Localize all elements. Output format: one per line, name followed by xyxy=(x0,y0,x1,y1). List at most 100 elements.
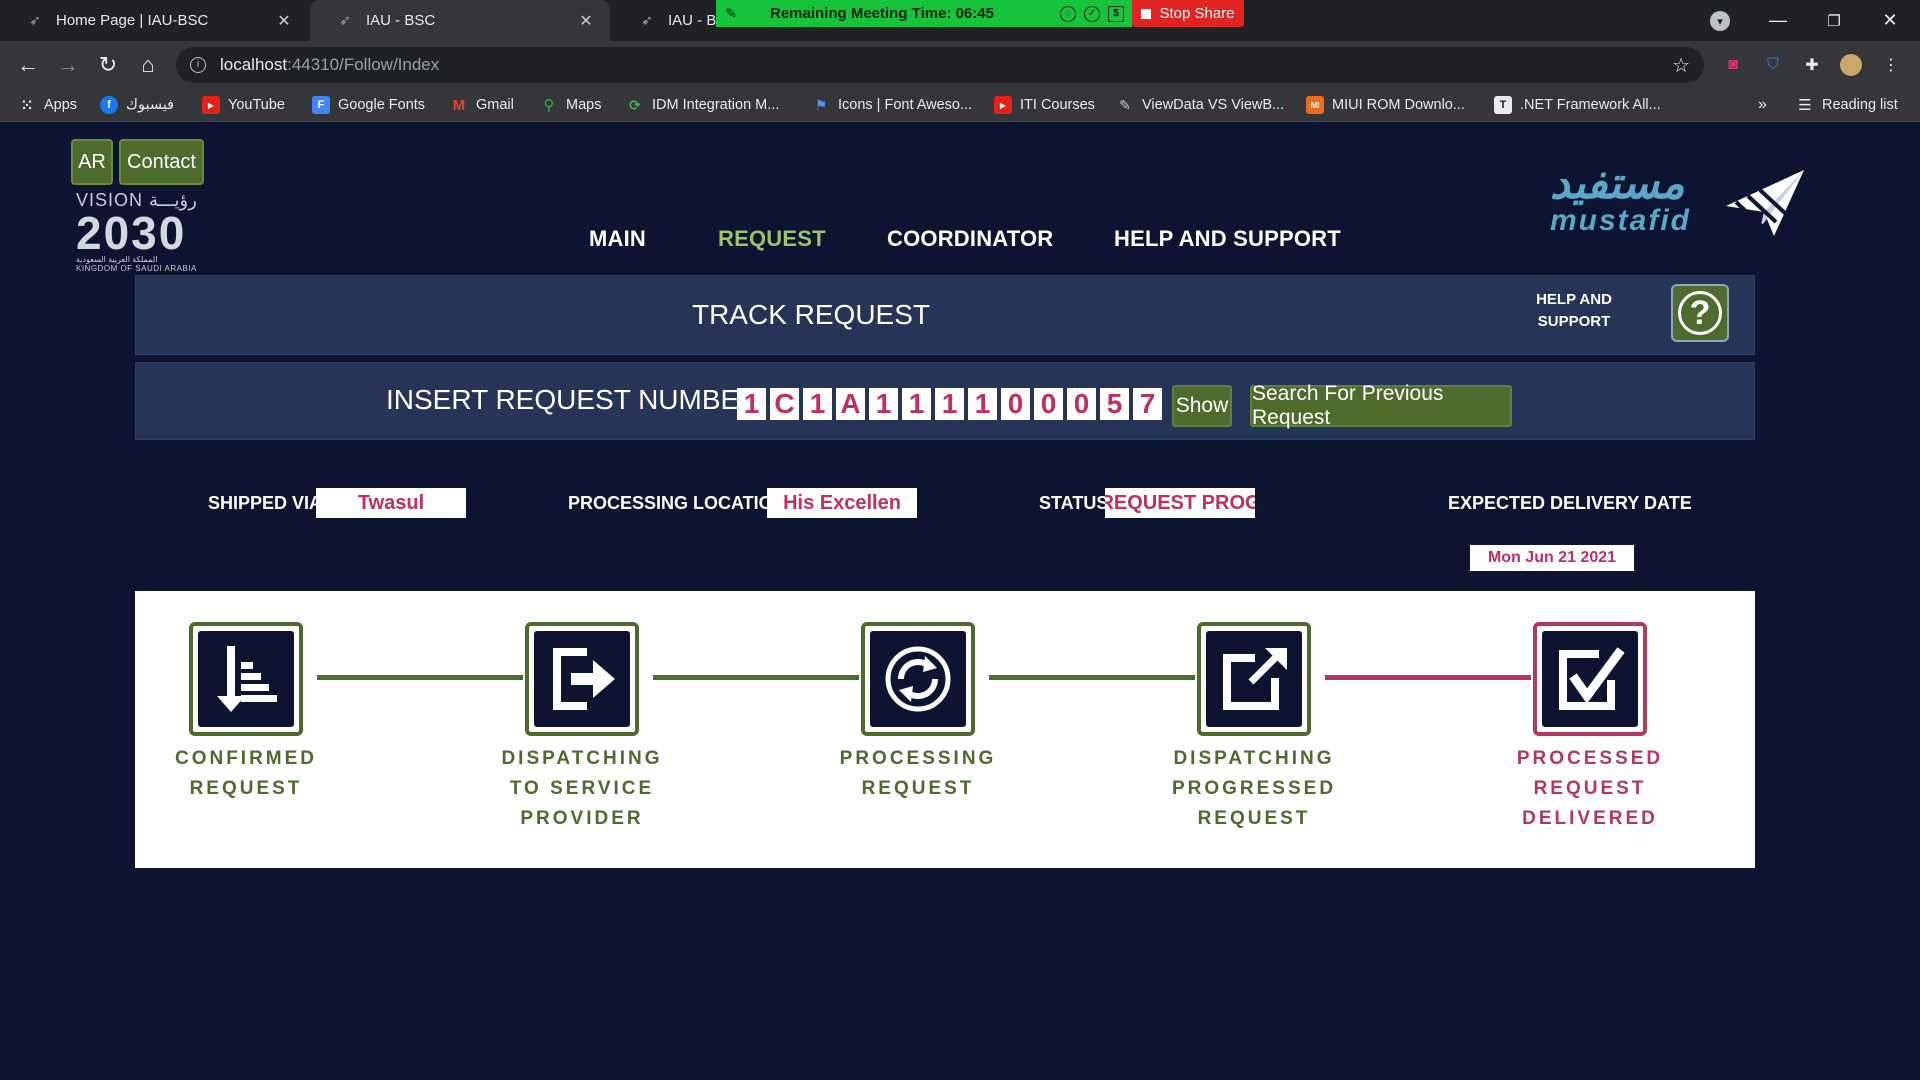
step-connector xyxy=(317,675,523,680)
tab-close-icon[interactable]: ✕ xyxy=(576,11,596,31)
mustafid-logo: مستفيد mustafid xyxy=(1550,162,1700,252)
help-line1: HELP AND xyxy=(1536,291,1612,308)
help-button[interactable]: ? xyxy=(1671,284,1729,342)
tab-search-icon[interactable]: ▾ xyxy=(1710,11,1730,31)
processing-location-label: PROCESSING LOCATION xyxy=(568,493,786,513)
step-label-line: PROVIDER xyxy=(520,808,644,829)
sort-down-icon xyxy=(217,646,277,712)
show-button[interactable]: Show xyxy=(1172,385,1232,427)
bookmark-facebook[interactable]: f فيسبوك xyxy=(100,95,174,115)
reload-icon[interactable]: ↻ xyxy=(92,49,124,81)
nav-request[interactable]: REQUEST xyxy=(718,226,826,252)
extension-shield-icon[interactable]: ⛉ xyxy=(1762,54,1784,76)
meeting-app-icon: ✎ xyxy=(725,5,737,21)
minimize-icon[interactable]: — xyxy=(1756,0,1800,41)
browser-tab-active[interactable]: ➶ IAU - BSC ✕ xyxy=(310,0,610,41)
nav-main[interactable]: MAIN xyxy=(589,226,646,252)
bookmark-gmail[interactable]: M Gmail xyxy=(450,95,514,115)
request-digit-input[interactable]: 1 xyxy=(902,388,931,420)
address-bar[interactable]: i localhost :44310/Follow/Index ☆ xyxy=(176,47,1704,83)
request-digit-input[interactable]: 1 xyxy=(968,388,997,420)
forward-icon[interactable]: → xyxy=(52,49,84,81)
browser-tab-home[interactable]: ➶ Home Page | IAU-BSC ✕ xyxy=(0,0,308,41)
bookmark-google-fonts[interactable]: F Google Fonts xyxy=(312,95,425,115)
step-label-line: PROGRESSED xyxy=(1171,778,1337,799)
step-label-line: REQUEST xyxy=(861,778,975,799)
bookmark-label: .NET Framework All... xyxy=(1520,97,1661,113)
step-processed-request-delivered xyxy=(1533,622,1647,736)
bookmark-viewdata[interactable]: ✎ ViewData VS ViewB... xyxy=(1116,95,1284,115)
extensions-puzzle-icon[interactable]: ✚ xyxy=(1801,54,1823,76)
bookmark-label: MIUI ROM Downlo... xyxy=(1332,97,1465,113)
help-support-label[interactable]: HELP AND SUPPORT xyxy=(1529,289,1619,333)
request-digit-input[interactable]: 0 xyxy=(1034,388,1063,420)
request-digit-input[interactable]: 0 xyxy=(1067,388,1096,420)
request-digit-input[interactable]: C xyxy=(770,388,799,420)
language-ar-button[interactable]: AR xyxy=(71,139,113,185)
meeting-dollar-icon[interactable]: $ xyxy=(1108,5,1124,22)
check-square-icon xyxy=(1559,647,1625,710)
bookmark-dotnet[interactable]: T .NET Framework All... xyxy=(1494,95,1661,115)
request-progress-panel: CONFIRMED REQUEST DISPATCHING TO SERVICE… xyxy=(135,591,1755,868)
contact-button[interactable]: Contact xyxy=(119,139,204,185)
tab-close-icon[interactable]: ✕ xyxy=(274,11,294,31)
flag-icon: ⚑ xyxy=(814,96,828,113)
meeting-status-icon[interactable]: ◌ xyxy=(1060,5,1076,22)
bookmark-maps[interactable]: ⚲ Maps xyxy=(540,95,602,115)
stop-share-label: Stop Share xyxy=(1159,5,1235,22)
request-digit-input[interactable]: 1 xyxy=(803,388,832,420)
request-digit-input[interactable]: 0 xyxy=(1001,388,1030,420)
reading-list[interactable]: ☰ Reading list xyxy=(1796,95,1898,115)
bookmark-miui[interactable]: MI MIUI ROM Downlo... xyxy=(1306,95,1465,115)
restore-icon[interactable]: ❐ xyxy=(1812,0,1856,41)
step-processing-request xyxy=(861,622,975,736)
facebook-icon: f xyxy=(100,96,118,114)
request-digit-input[interactable]: 5 xyxy=(1100,388,1129,420)
close-window-icon[interactable]: ✕ xyxy=(1868,0,1912,41)
question-icon: ? xyxy=(1678,291,1722,335)
step-label-line: PROCESSING xyxy=(839,748,997,769)
step-dispatching-progressed-request xyxy=(1197,622,1311,736)
browser-tab-third[interactable]: ➶ IAU - BSC xyxy=(612,0,724,41)
site-info-icon[interactable]: i xyxy=(190,57,206,73)
meeting-shield-icon[interactable]: ✓ xyxy=(1084,5,1100,22)
step-label-line: CONFIRMED xyxy=(174,748,318,769)
bookmark-iti-courses[interactable]: ▶ ITI Courses xyxy=(994,95,1095,115)
request-digit-input[interactable]: 1 xyxy=(737,388,766,420)
youtube-icon: ▶ xyxy=(202,96,220,114)
bookmark-font-awesome[interactable]: ⚑ Icons | Font Aweso... xyxy=(812,95,972,115)
request-digit-input[interactable]: 1 xyxy=(869,388,898,420)
bookmarks-overflow-icon[interactable]: » xyxy=(1758,95,1767,115)
nav-help-and-support[interactable]: HELP AND SUPPORT xyxy=(1114,226,1341,252)
browser-tab-bar: ➶ Home Page | IAU-BSC ✕ ➶ IAU - BSC ✕ ➶ … xyxy=(0,0,1920,41)
bookmark-apps[interactable]: ⁙ Apps xyxy=(18,95,77,115)
url-host: localhost xyxy=(220,55,288,74)
reading-list-label: Reading list xyxy=(1822,97,1898,113)
bookmark-idm[interactable]: ⟳ IDM Integration M... xyxy=(626,95,779,115)
request-number-digits: 1 C 1 A 1 1 1 1 0 0 0 5 7 xyxy=(737,388,1162,420)
site-favicon-icon: ➶ xyxy=(339,12,351,28)
browser-menu-icon[interactable]: ⋮ xyxy=(1880,54,1902,76)
stop-share-button[interactable]: Stop Share xyxy=(1132,0,1244,27)
step-label-line: DISPATCHING xyxy=(1173,748,1335,769)
home-icon[interactable]: ⌂ xyxy=(132,49,164,81)
nav-coordinator[interactable]: COORDINATOR xyxy=(887,226,1053,252)
request-digit-input[interactable]: 1 xyxy=(935,388,964,420)
back-icon[interactable]: ← xyxy=(12,49,44,81)
bookmark-label: ViewData VS ViewB... xyxy=(1142,97,1285,113)
request-number-bar: INSERT REQUEST NUMBER 1 C 1 A 1 1 1 1 0 … xyxy=(135,362,1755,440)
insert-request-label: INSERT REQUEST NUMBER xyxy=(386,384,760,415)
request-digit-input[interactable]: A xyxy=(836,388,865,420)
extension-instagram-icon[interactable]: ◙ xyxy=(1722,54,1744,76)
bookmark-star-icon[interactable]: ☆ xyxy=(1672,53,1690,78)
step-confirmed-request xyxy=(189,622,303,736)
step-label: PROCESSED REQUEST DELIVERED xyxy=(1480,744,1700,834)
request-digit-input[interactable]: 7 xyxy=(1133,388,1162,420)
bookmark-youtube[interactable]: ▶ YouTube xyxy=(202,95,285,115)
bookmark-label: Gmail xyxy=(476,97,514,113)
search-previous-request-button[interactable]: Search For Previous Request xyxy=(1250,382,1512,429)
step-label-line: TO SERVICE xyxy=(509,778,655,799)
sign-out-icon xyxy=(553,648,615,710)
profile-avatar[interactable] xyxy=(1840,54,1862,76)
mustafid-logo-english: mustafid xyxy=(1550,204,1692,237)
